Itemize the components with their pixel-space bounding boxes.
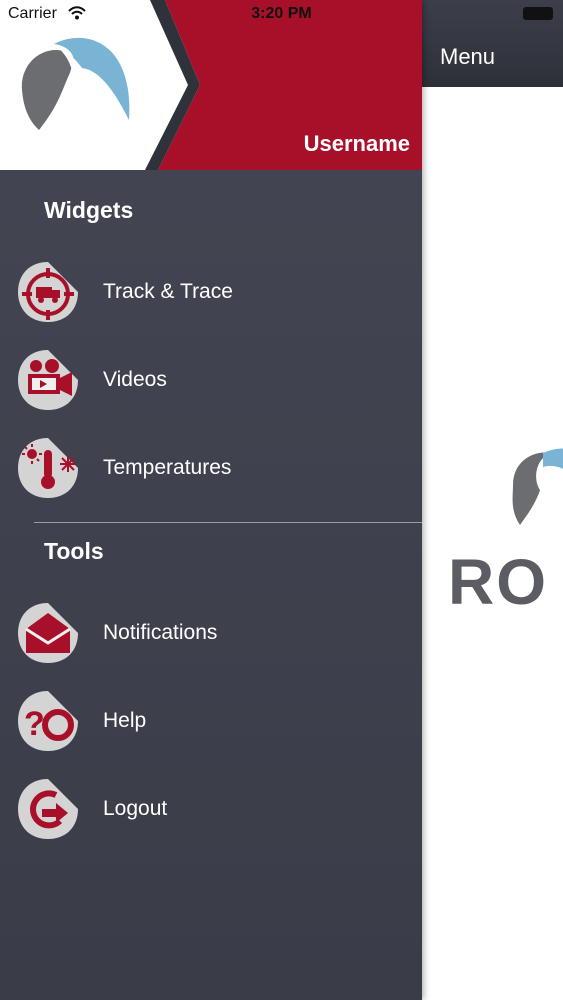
menu-item-label: Notifications — [103, 621, 218, 644]
menu-item-label: Help — [103, 709, 147, 732]
drawer-header: Username — [0, 0, 422, 170]
menu-item-help[interactable]: ? Help — [16, 686, 416, 756]
side-drawer: Username Widgets Track & Trace Videos Te… — [0, 0, 422, 1000]
username-label[interactable]: Username — [304, 131, 410, 157]
menu-item-videos[interactable]: Videos — [16, 345, 416, 415]
menu-item-label: Videos — [103, 368, 167, 391]
menu-item-temperatures[interactable]: Temperatures — [16, 433, 416, 503]
truck-target-icon — [18, 262, 78, 322]
menu-item-label: Track & Trace — [103, 280, 233, 303]
logout-arrow-icon — [18, 779, 78, 839]
section-divider — [34, 522, 422, 523]
menu-item-notifications[interactable]: Notifications — [16, 598, 416, 668]
menu-item-logout[interactable]: Logout — [16, 774, 416, 844]
page-title: Menu — [440, 44, 496, 69]
profile-logo-icon — [21, 37, 130, 130]
envelope-icon — [18, 603, 78, 663]
brand-logo-icon — [512, 448, 563, 525]
section-title-tools: Tools — [44, 538, 104, 564]
menu-item-label: Logout — [103, 797, 168, 820]
menu-item-label: Temperatures — [103, 456, 232, 479]
status-time: 3:20 PM — [251, 5, 312, 22]
help-lifebuoy-icon: ? — [18, 691, 78, 751]
section-title-widgets: Widgets — [44, 197, 134, 223]
menu-item-track-trace[interactable]: Track & Trace — [16, 257, 416, 327]
brand-text: RO — [448, 546, 548, 618]
thermometer-icon — [18, 438, 78, 498]
svg-text:?: ? — [24, 705, 45, 743]
video-camera-icon — [18, 350, 78, 410]
